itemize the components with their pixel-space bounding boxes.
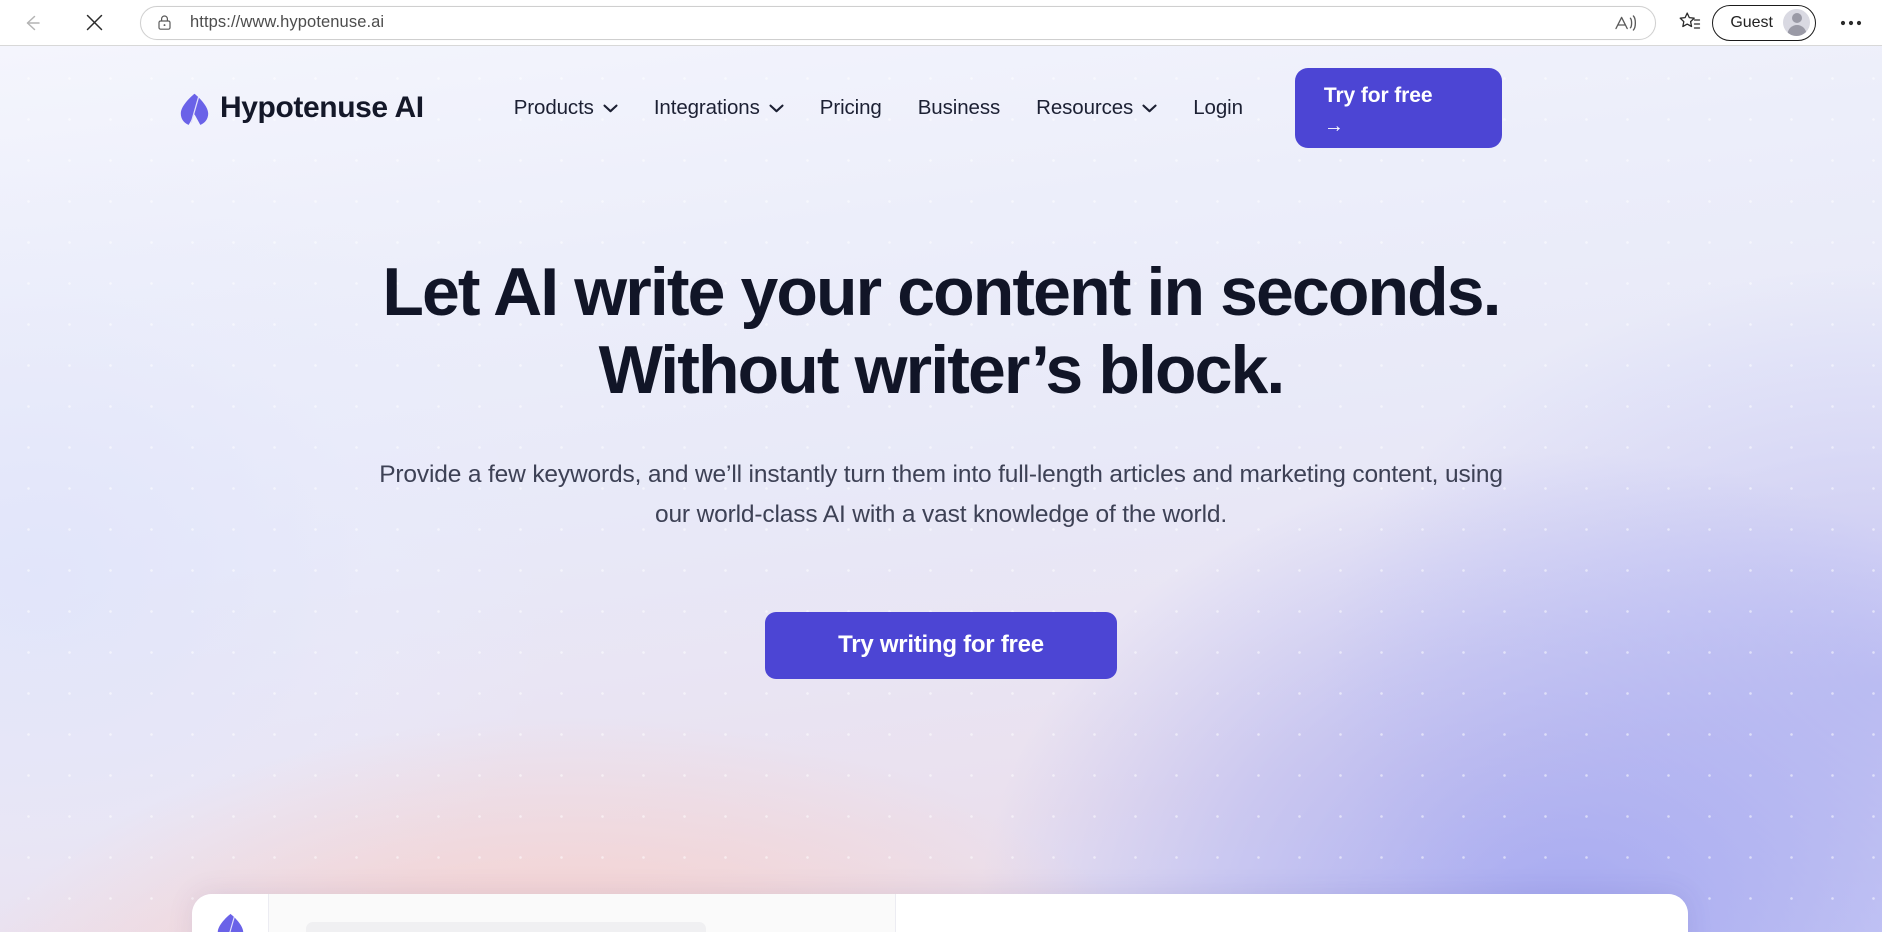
nav-item-label: Business: [917, 96, 1001, 119]
nav-item-business[interactable]: Business: [900, 86, 1018, 130]
chevron-down-icon: [603, 104, 618, 113]
brand-name: Hypotenuse AI: [220, 91, 424, 124]
app-sidebar-rail: [192, 894, 269, 932]
document-title[interactable]: Human or Artificial Intelligence: Who Wr…: [306, 922, 706, 932]
favorites-star-icon: [1679, 12, 1700, 29]
nav-item-label: Login: [1193, 96, 1243, 119]
app-document-panel: Human or Artificial Intelligence: Who Wr…: [269, 894, 896, 932]
primary-navigation: Products Integrations Pricing Business R…: [496, 86, 1261, 130]
nav-item-resources[interactable]: Resources: [1018, 86, 1175, 130]
nav-item-pricing[interactable]: Pricing: [802, 86, 900, 130]
url-text[interactable]: https://www.hypotenuse.ai: [190, 13, 1613, 32]
stop-loading-button[interactable]: [74, 3, 114, 43]
guest-avatar-icon: [1783, 9, 1810, 36]
read-aloud-icon[interactable]: [1613, 12, 1641, 34]
browser-toolbar: https://www.hypotenuse.ai Guest: [0, 0, 1882, 46]
try-for-free-button[interactable]: Try for free →: [1294, 68, 1502, 148]
brand-logo-link[interactable]: Hypotenuse AI: [180, 91, 424, 126]
hypotenuse-leaf-logo: [180, 93, 209, 125]
hero-cta-wrapper: Try writing for free: [0, 611, 1882, 679]
add-favorite-button[interactable]: [1670, 4, 1708, 42]
site-header: Hypotenuse AI Products Integrations Pric…: [0, 60, 1882, 156]
hero-subtitle: Provide a few keywords, and we’ll instan…: [379, 461, 1503, 529]
headline-line-1: Let AI write your content in seconds.: [382, 254, 1501, 330]
app-editor-toolbar: Share +30 credits Language: [896, 894, 1688, 932]
headline-line-2: Without writer’s block.: [598, 332, 1286, 409]
close-icon: [86, 14, 102, 31]
lock-icon: [157, 14, 174, 31]
profile-button[interactable]: Guest: [1712, 4, 1816, 41]
try-for-free-label: Try for free: [1323, 84, 1433, 107]
nav-item-label: Products: [513, 96, 594, 119]
chevron-down-icon: [1142, 104, 1157, 113]
web-page-viewport: Hypotenuse AI Products Integrations Pric…: [0, 46, 1882, 932]
arrow-right-icon: →: [1323, 115, 1344, 138]
chevron-down-icon: [769, 104, 784, 113]
try-writing-for-free-button[interactable]: Try writing for free: [765, 611, 1117, 679]
nav-item-label: Pricing: [819, 96, 882, 119]
back-button[interactable]: [12, 3, 52, 43]
nav-item-label: Integrations: [653, 96, 760, 119]
profile-label: Guest: [1730, 13, 1773, 31]
page-title: Let AI write your content in seconds. Wi…: [0, 253, 1882, 409]
nav-item-products[interactable]: Products: [496, 86, 636, 130]
nav-item-label: Resources: [1036, 96, 1134, 119]
ellipsis-icon: [1840, 20, 1862, 25]
nav-item-login[interactable]: Login: [1175, 86, 1261, 130]
hypotenuse-leaf-logo: [217, 913, 243, 932]
address-bar[interactable]: https://www.hypotenuse.ai: [140, 5, 1657, 40]
arrow-left-icon: [26, 15, 40, 30]
nav-item-integrations[interactable]: Integrations: [636, 86, 802, 130]
browser-settings-more-button[interactable]: [1830, 4, 1872, 42]
app-preview-card: Human or Artificial Intelligence: Who Wr…: [192, 894, 1688, 932]
